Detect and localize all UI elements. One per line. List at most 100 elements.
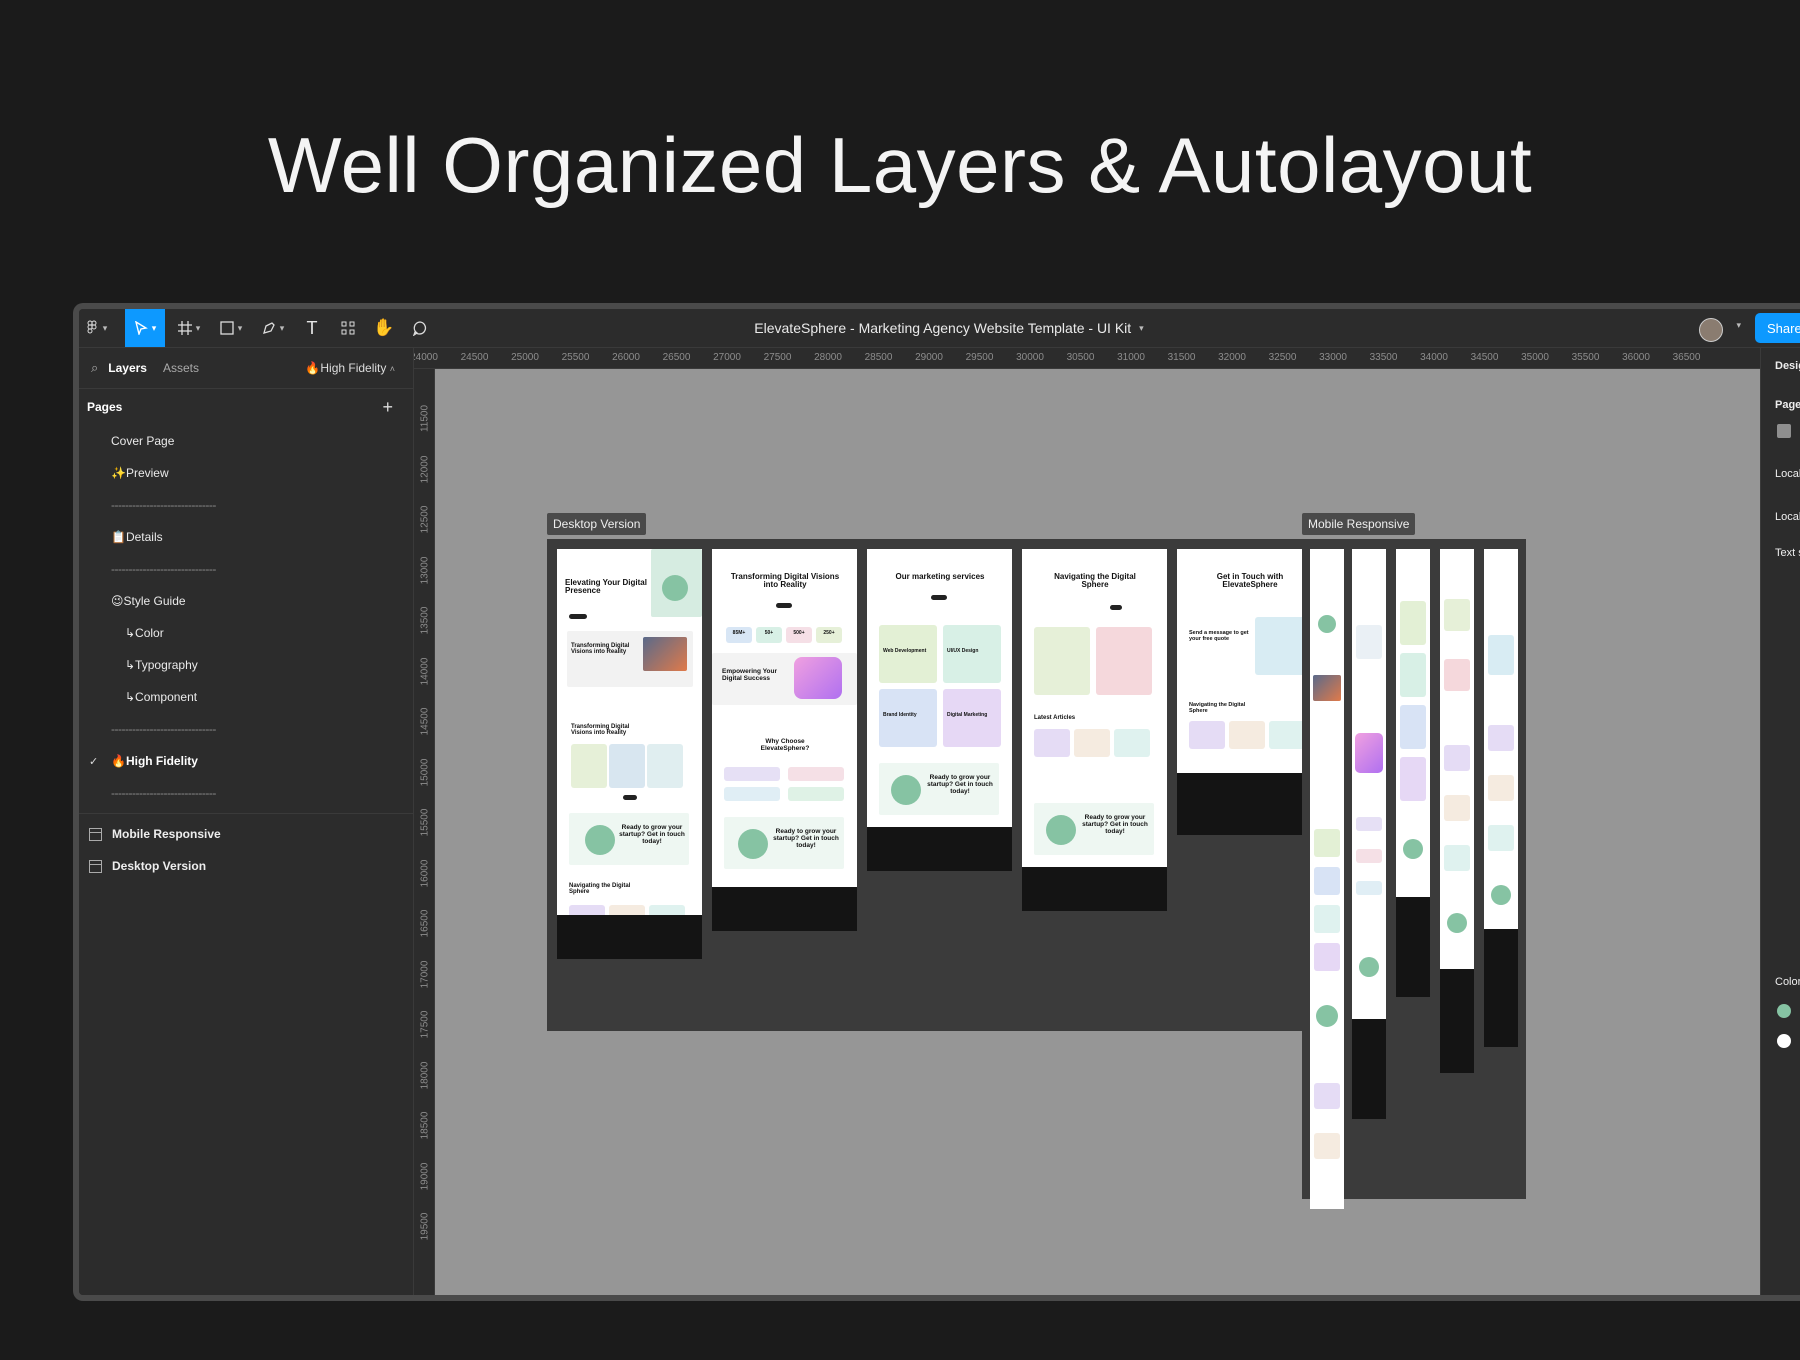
ruler-tick-label: 16000 xyxy=(419,859,431,887)
page-heading: Our marketing services xyxy=(895,572,985,581)
add-page-icon[interactable]: + xyxy=(382,397,393,418)
mobile-card xyxy=(1488,635,1514,675)
ruler-tick-label: 14500 xyxy=(419,707,431,736)
page-item-typography[interactable]: ↳Typography xyxy=(79,649,413,681)
page-heading: Navigating the Digital Sphere xyxy=(1054,572,1136,590)
mobile-frame[interactable] xyxy=(1302,539,1526,1209)
page-label: ------------------------------ xyxy=(111,562,216,576)
toolbar: ▾ ▾ ▾ ▾ ▾ T ✋ ElevateSphere - Marketing … xyxy=(79,309,1800,348)
page-item-color[interactable]: ↳Color xyxy=(79,617,413,649)
page-selector[interactable]: 🔥High Fidelity ˄ xyxy=(305,361,395,375)
ruler-tick-label: 27500 xyxy=(763,352,792,363)
color-swatch[interactable] xyxy=(1777,1004,1791,1018)
page-label: ✨Preview xyxy=(111,466,169,480)
desktop-page-blog[interactable]: Navigating the Digital Sphere Latest Art… xyxy=(1022,549,1167,911)
page-separator[interactable]: ------------------------------ xyxy=(79,777,413,809)
ruler-tick-label: 30500 xyxy=(1066,352,1095,363)
service-label: Brand Identity xyxy=(883,712,917,718)
mobile-page[interactable] xyxy=(1396,549,1430,997)
mobile-cta-circle xyxy=(1403,839,1423,859)
mobile-card xyxy=(1314,1083,1340,1109)
ruler-tick-label: 36000 xyxy=(1622,352,1650,363)
mobile-card xyxy=(1356,817,1382,831)
desktop-page-contact[interactable]: Get in Touch with ElevateSphere Send a m… xyxy=(1177,549,1322,835)
mobile-card xyxy=(1400,653,1426,697)
page-label: ------------------------------ xyxy=(111,722,216,736)
feature-card xyxy=(724,787,780,801)
page-separator[interactable]: ------------------------------ xyxy=(79,713,413,745)
tab-layers[interactable]: Layers xyxy=(108,361,147,375)
ruler-tick-label: 24500 xyxy=(460,352,489,363)
check-icon: ✓ xyxy=(89,755,99,768)
page-item-preview[interactable]: ✨Preview xyxy=(79,457,413,489)
mobile-page[interactable] xyxy=(1310,549,1344,1209)
service-card: UI/UX Design xyxy=(943,625,1001,683)
desktop-page-about[interactable]: Transforming Digital Visions into Realit… xyxy=(712,549,857,931)
section-title: Empowering Your Digital Success xyxy=(722,668,778,682)
canvas[interactable]: Desktop Version Elevating Your Digital P… xyxy=(435,369,1761,1295)
stat-value: 85M+ xyxy=(732,630,746,636)
cta-pill xyxy=(776,603,792,608)
page-separator[interactable]: ------------------------------ xyxy=(79,553,413,585)
ruler-tick-label: 28000 xyxy=(814,352,842,363)
ruler-tick-label: 26000 xyxy=(612,352,640,363)
mobile-page[interactable] xyxy=(1440,549,1474,1073)
mobile-cta-circle xyxy=(1447,913,1467,933)
article-card xyxy=(1034,729,1070,757)
ruler-tick-label: 25500 xyxy=(561,352,590,363)
desktop-page-services[interactable]: Our marketing services Web Development U… xyxy=(867,549,1012,871)
mobile-footer xyxy=(1440,969,1474,1073)
page-heading: Transforming Digital Visions into Realit… xyxy=(730,572,840,590)
stat-card: 250+ xyxy=(816,627,842,643)
mobile-frame-label[interactable]: Mobile Responsive xyxy=(1302,513,1416,535)
page-item-high-fidelity[interactable]: ✓ 🔥High Fidelity xyxy=(79,745,413,777)
share-button[interactable]: Share xyxy=(1755,313,1800,343)
frame-icon xyxy=(89,859,102,873)
page-footer xyxy=(557,915,702,959)
desktop-frame[interactable]: Elevating Your Digital Presence Transfor… xyxy=(547,539,1333,1031)
chevron-down-icon[interactable]: ▾ xyxy=(1736,320,1741,331)
avatar[interactable] xyxy=(1699,318,1723,342)
page-item-details[interactable]: 📋Details xyxy=(79,521,413,553)
ruler-tick-label: 24000 xyxy=(414,352,438,363)
mobile-card xyxy=(1444,845,1470,871)
mobile-card xyxy=(1444,659,1470,691)
service-card: Brand Identity xyxy=(879,689,937,747)
ruler-tick-label: 32500 xyxy=(1268,352,1297,363)
file-title-text: ElevateSphere - Marketing Agency Website… xyxy=(754,320,1132,336)
stat-card: 500+ xyxy=(786,627,812,643)
local-styles-label: Local xyxy=(1775,511,1800,523)
desktop-frame-label[interactable]: Desktop Version xyxy=(547,513,647,535)
mobile-image xyxy=(1355,733,1383,773)
ruler-tick-label: 13500 xyxy=(419,606,431,635)
search-icon[interactable]: ⌕ xyxy=(91,360,98,376)
mobile-page[interactable] xyxy=(1352,549,1386,1119)
service-label: UI/UX Design xyxy=(947,648,979,654)
mobile-footer xyxy=(1352,1019,1386,1119)
tab-assets[interactable]: Assets xyxy=(163,361,199,375)
layer-mobile-responsive[interactable]: Mobile Responsive xyxy=(79,818,413,850)
color-swatch[interactable] xyxy=(1777,1034,1791,1048)
cta-pill xyxy=(931,595,947,600)
mobile-page[interactable] xyxy=(1484,549,1518,1047)
stat-value: 250+ xyxy=(823,630,835,636)
feature-image xyxy=(643,637,687,671)
page-heading: Get in Touch with ElevateSphere xyxy=(1216,572,1284,590)
cta-pill xyxy=(569,614,587,619)
layer-desktop-version[interactable]: Desktop Version xyxy=(79,850,413,882)
page-footer xyxy=(1177,773,1322,835)
desktop-page-home[interactable]: Elevating Your Digital Presence Transfor… xyxy=(557,549,702,959)
page-item-component[interactable]: ↳Component xyxy=(79,681,413,713)
page-separator[interactable]: ------------------------------ xyxy=(79,489,413,521)
page-color-swatch[interactable] xyxy=(1777,424,1791,438)
mobile-card xyxy=(1400,705,1426,749)
ruler-tick-label: 34500 xyxy=(1470,352,1499,363)
ruler-tick-label: 31500 xyxy=(1167,352,1196,363)
ruler-tick-label: 27000 xyxy=(713,352,741,363)
file-title[interactable]: ElevateSphere - Marketing Agency Website… xyxy=(79,309,1800,347)
page-item-style-guide[interactable]: 😉Style Guide xyxy=(79,585,413,617)
service-label: Digital Marketing xyxy=(947,712,988,718)
tab-design[interactable]: Design xyxy=(1775,360,1800,372)
cta-text: Ready to grow your startup? Get in touch… xyxy=(927,774,993,795)
page-item-cover[interactable]: Cover Page xyxy=(79,425,413,457)
